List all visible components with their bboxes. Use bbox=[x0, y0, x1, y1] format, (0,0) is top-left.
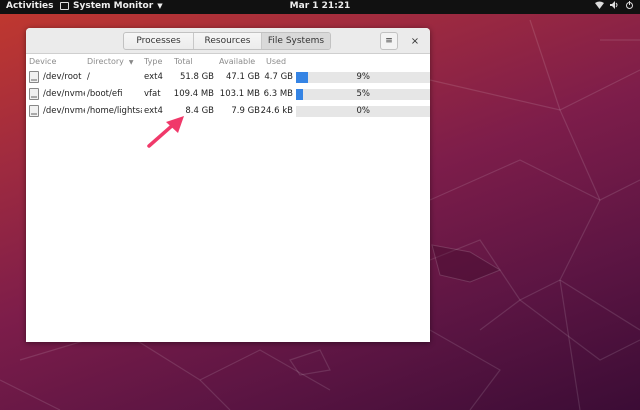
app-name: System Monitor bbox=[73, 1, 154, 11]
system-monitor-window: Processes Resources File Systems ≡ × Dev… bbox=[26, 28, 430, 342]
available-cell: 47.1 GB bbox=[225, 72, 260, 82]
usage-bar: 0% bbox=[296, 106, 430, 117]
close-icon: × bbox=[410, 35, 420, 47]
clock[interactable]: Mar 1 21:21 bbox=[290, 1, 351, 11]
annotation-arrow bbox=[147, 116, 184, 148]
column-header-type[interactable]: Type bbox=[144, 57, 162, 66]
close-button[interactable]: × bbox=[407, 33, 423, 49]
system-monitor-icon bbox=[60, 2, 69, 10]
column-header-used[interactable]: Used bbox=[266, 57, 286, 66]
total-cell: 51.8 GB bbox=[179, 72, 214, 82]
app-menu[interactable]: System Monitor ▼ bbox=[60, 1, 163, 11]
directory-cell: /home/lightsai bbox=[87, 106, 142, 116]
usage-bar: 9% bbox=[296, 72, 430, 83]
disk-icon bbox=[29, 88, 39, 100]
usage-percent: 9% bbox=[356, 72, 371, 82]
header-bar: Processes Resources File Systems ≡ × bbox=[26, 28, 430, 54]
directory-cell: /boot/efi bbox=[87, 89, 123, 99]
menu-button[interactable]: ≡ bbox=[380, 32, 398, 50]
table-row[interactable]: /dev/nvme /boot/efi vfat 109.4 MB 103.1 … bbox=[26, 86, 430, 102]
disk-icon bbox=[29, 71, 39, 83]
directory-cell: / bbox=[87, 72, 90, 82]
table-header: Device Directory ▼ Type Total Available U… bbox=[26, 55, 430, 69]
tab-resources[interactable]: Resources bbox=[194, 33, 262, 49]
type-cell: ext4 bbox=[144, 72, 163, 82]
device-cell: /dev/nvme bbox=[43, 89, 85, 99]
usage-percent: 0% bbox=[356, 106, 371, 116]
total-cell: 109.4 MB bbox=[173, 89, 214, 99]
status-area[interactable] bbox=[595, 1, 634, 9]
available-cell: 103.1 MB bbox=[219, 89, 260, 99]
tab-file-systems[interactable]: File Systems bbox=[262, 33, 330, 49]
used-cell: 6.3 MB bbox=[263, 89, 293, 99]
table-row[interactable]: /dev/root / ext4 51.8 GB 47.1 GB 4.7 GB … bbox=[26, 69, 430, 85]
column-header-directory[interactable]: Directory ▼ bbox=[87, 57, 134, 66]
volume-icon bbox=[610, 1, 619, 9]
sort-descending-icon: ▼ bbox=[128, 59, 134, 66]
usage-percent: 5% bbox=[356, 89, 371, 99]
network-icon bbox=[595, 1, 604, 9]
type-cell: vfat bbox=[144, 89, 161, 99]
usage-bar: 5% bbox=[296, 89, 430, 100]
available-cell: 7.9 GB bbox=[231, 106, 260, 116]
device-cell: /dev/nvme bbox=[43, 106, 85, 116]
device-cell: /dev/root bbox=[43, 72, 82, 82]
activities-button[interactable]: Activities bbox=[6, 1, 54, 11]
top-bar: Activities System Monitor ▼ Mar 1 21:21 bbox=[0, 0, 640, 14]
power-icon bbox=[625, 1, 634, 9]
column-header-total[interactable]: Total bbox=[174, 57, 193, 66]
disk-icon bbox=[29, 105, 39, 117]
used-cell: 4.7 GB bbox=[264, 72, 293, 82]
chevron-down-icon: ▼ bbox=[157, 2, 163, 10]
table-row[interactable]: /dev/nvme /home/lightsai ext4 8.4 GB 7.9… bbox=[26, 103, 430, 119]
used-cell: 24.6 kB bbox=[260, 106, 293, 116]
column-header-available[interactable]: Available bbox=[219, 57, 255, 66]
view-switcher: Processes Resources File Systems bbox=[123, 32, 331, 50]
column-header-device[interactable]: Device bbox=[29, 57, 56, 66]
hamburger-icon: ≡ bbox=[385, 36, 393, 46]
column-header-directory-label: Directory bbox=[87, 57, 124, 66]
tab-processes[interactable]: Processes bbox=[124, 33, 194, 49]
